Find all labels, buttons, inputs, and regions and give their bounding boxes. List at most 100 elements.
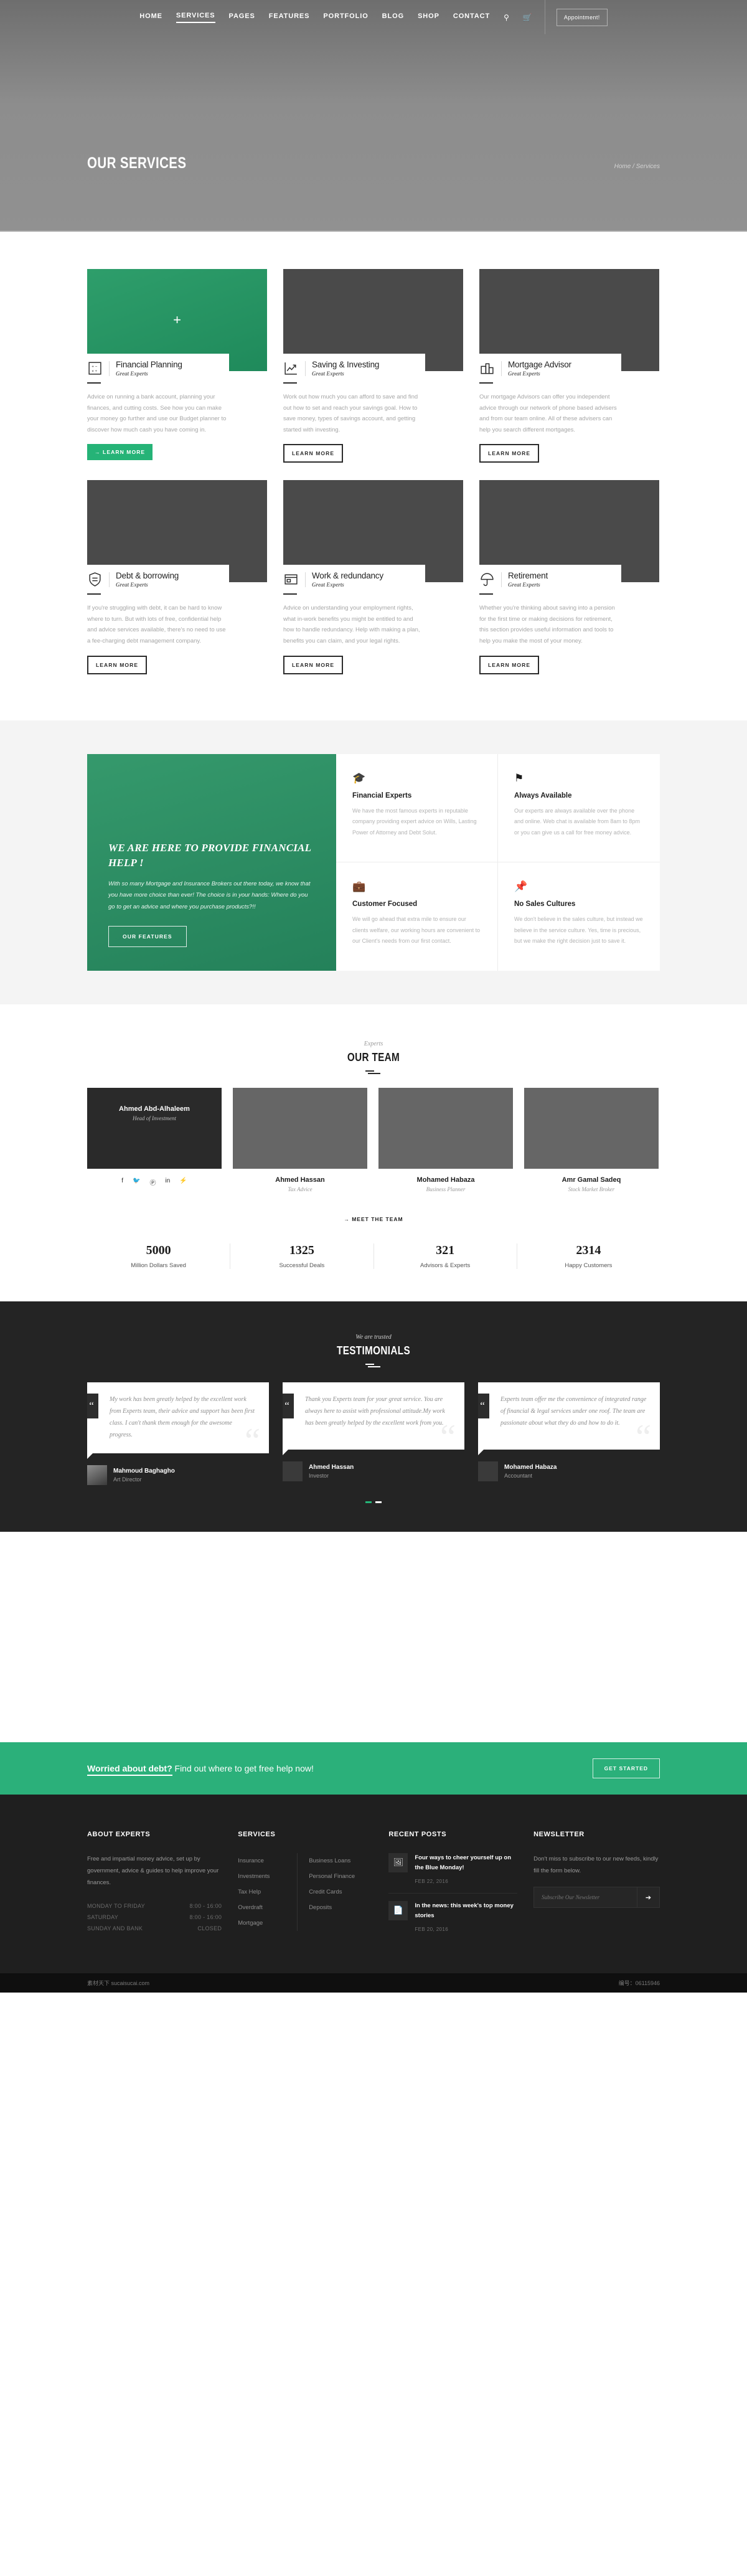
recent-post-item[interactable]: 📄 In the news: this week's top money sto… [388,1900,517,1941]
nav-item-features[interactable]: FEATURES [269,12,310,22]
recent-post-item[interactable]: 🖼 Four ways to cheer yourself up on the … [388,1852,518,1894]
help-paragraph: With so many Mortgage and Insurance Brok… [108,880,311,910]
nav-item-contact[interactable]: CONTACT [453,12,490,22]
hero-banner: HOME SERVICES PAGES FEATURES PORTFOLIO B… [0,0,747,232]
footer-newsletter-title: NEWSLETTER [533,1830,585,1838]
service-subtitle: Great Experts [312,582,344,588]
nav-item-shop[interactable]: SHOP [418,12,439,22]
stats-row: 5000 Million Dollars Saved 1325 Successf… [87,1243,660,1301]
newsletter-email-input[interactable] [534,1887,637,1908]
footer-services-list-2: Business Loans Personal Finance Credit C… [309,1853,369,1931]
nav-item-blog[interactable]: BLOG [382,12,404,22]
service-title: Mortgage Advisor [508,360,571,369]
footer-link[interactable]: Overdraft [238,1900,297,1915]
footer-link[interactable]: Business Loans [309,1853,369,1869]
briefcase-icon: 💼 [352,880,366,892]
graduation-cap-icon: 🎓 [352,771,366,784]
service-subtitle: Great Experts [312,370,344,377]
member-socials: f 🐦 Ⓟ in ⚡ [87,1169,222,1193]
hours-row: SATURDAY 8:00 - 16:00 [87,1912,222,1923]
team-member-card[interactable]: Mohamed Habaza Business Planner [378,1087,513,1199]
twitter-icon[interactable]: 🐦 [133,1177,140,1187]
footer-link[interactable]: Insurance [238,1853,297,1869]
service-description: Work out how much you can afford to save… [283,394,418,433]
credit-bar: 素材天下 sucaisucai.com 编号：06115946 [0,1973,747,1993]
cta-bold-text: Worried about debt? [87,1763,172,1776]
footer-link[interactable]: Tax Help [238,1884,297,1900]
facebook-icon[interactable]: f [121,1177,123,1187]
footer-link[interactable]: Credit Cards [309,1884,369,1900]
footer-link[interactable]: Investments [238,1869,297,1884]
badge-document-icon [87,572,103,587]
footer-link[interactable]: Personal Finance [309,1869,369,1884]
post-title[interactable]: In the news: this week's top money stori… [415,1901,517,1922]
cart-icon[interactable]: 🛒 [523,13,532,22]
service-card[interactable]: + + − × ÷ Financial Planning Great Expert… [87,269,267,463]
hours-day: SUNDAY AND BANK [87,1925,143,1932]
service-card[interactable]: Mortgage Advisor Great Experts Our mortg… [479,269,659,463]
service-card[interactable]: Retirement Great Experts Whether you're … [479,480,659,674]
flag-icon: ⚑ [514,771,524,784]
breadcrumb: Home / Services [614,163,660,170]
feature-cell: 📌 No Sales Cultures We don't believe in … [498,862,660,971]
post-title[interactable]: Four ways to cheer yourself up on the Bl… [415,1853,517,1874]
hours-day: SATURDAY [87,1913,119,1920]
learn-more-button[interactable]: LEARN MORE [479,655,540,674]
title-rule [479,382,493,384]
service-card[interactable]: Saving & Investing Great Experts Work ou… [283,269,463,463]
testimonial-quote: Experts team offer me the convenience of… [500,1395,647,1427]
breadcrumb-home[interactable]: Home [614,163,631,170]
footer-link[interactable]: Mortgage [238,1915,297,1931]
icon-divider [501,572,502,587]
nav-item-portfolio[interactable]: PORTFOLIO [323,12,368,22]
newsletter-submit-button[interactable]: ➔ [637,1887,659,1908]
footer-link[interactable]: Deposits [309,1900,369,1915]
avatar [283,1461,303,1481]
credit-left: 素材天下 sucaisucai.com [87,1980,150,1986]
team-eyebrow: Experts [364,1040,383,1047]
plus-icon[interactable]: + [173,312,181,328]
testimonials-section: We are trusted TESTIMONIALS “ “ My work … [0,1301,747,1532]
footer-about-column: ABOUT EXPERTS Free and impartial money a… [87,1831,222,1949]
get-started-button[interactable]: GET STARTED [592,1758,660,1778]
service-card[interactable]: Work & redundancy Great Experts Advice o… [283,480,463,674]
learn-more-button[interactable]: → LEARN MORE [87,444,153,461]
help-heading: WE ARE HERE TO PROVIDE FINANCIAL HELP ! [108,841,311,869]
service-card[interactable]: Debt & borrowing Great Experts If you're… [87,480,267,674]
nav-item-services[interactable]: SERVICES [176,12,215,23]
rss-icon[interactable]: ⚡ [179,1177,187,1187]
learn-more-button[interactable]: LEARN MORE [283,444,344,463]
appointment-button[interactable]: Appointment! [556,8,608,26]
services-section: + + − × ÷ Financial Planning Great Expert… [0,232,747,720]
pinterest-icon[interactable]: Ⓟ [149,1177,156,1187]
services-row-2: Debt & borrowing Great Experts If you're… [87,480,660,674]
search-icon[interactable]: ⚲ [504,13,509,22]
linkedin-icon[interactable]: in [165,1177,170,1187]
icon-divider [305,572,306,587]
team-member-card[interactable]: Ahmed Hassan Tax Advice [233,1087,367,1199]
learn-more-button[interactable]: LEARN MORE [479,444,540,463]
carousel-dot-2[interactable] [375,1501,382,1503]
calculator-icon: + − × ÷ [87,361,103,376]
our-features-button[interactable]: OUR FEATURES [108,925,187,947]
umbrella-icon [479,572,495,587]
stat-item: 1325 Successful Deals [230,1243,374,1269]
service-description: Advice on understanding your employment … [283,605,420,644]
learn-more-button[interactable]: LEARN MORE [87,655,148,674]
meet-the-team-button[interactable]: → MEET THE TEAM [87,1216,660,1222]
team-member-card[interactable]: Ahmed Abd-Alhaleem Head of Investment f … [87,1087,222,1199]
avatar [478,1461,498,1481]
nav-item-pages[interactable]: PAGES [229,12,255,22]
service-description: If you're struggling with debt, it can b… [87,605,226,644]
testimonials-heading: TESTIMONIALS [337,1344,410,1357]
breadcrumb-separator: / [632,163,634,170]
learn-more-button[interactable]: LEARN MORE [283,655,344,674]
breadcrumb-current: Services [636,163,660,170]
carousel-dot-1[interactable] [365,1501,372,1503]
team-member-card[interactable]: Amr Gamal Sadeq Stock Market Broker [524,1087,659,1199]
stat-label: Advisors & Experts [420,1262,471,1269]
nav-item-home[interactable]: HOME [139,12,162,22]
footer-about-title: ABOUT EXPERTS [87,1830,151,1838]
hours-time: 8:00 - 16:00 [189,1913,222,1920]
service-subtitle: Great Experts [116,370,148,377]
